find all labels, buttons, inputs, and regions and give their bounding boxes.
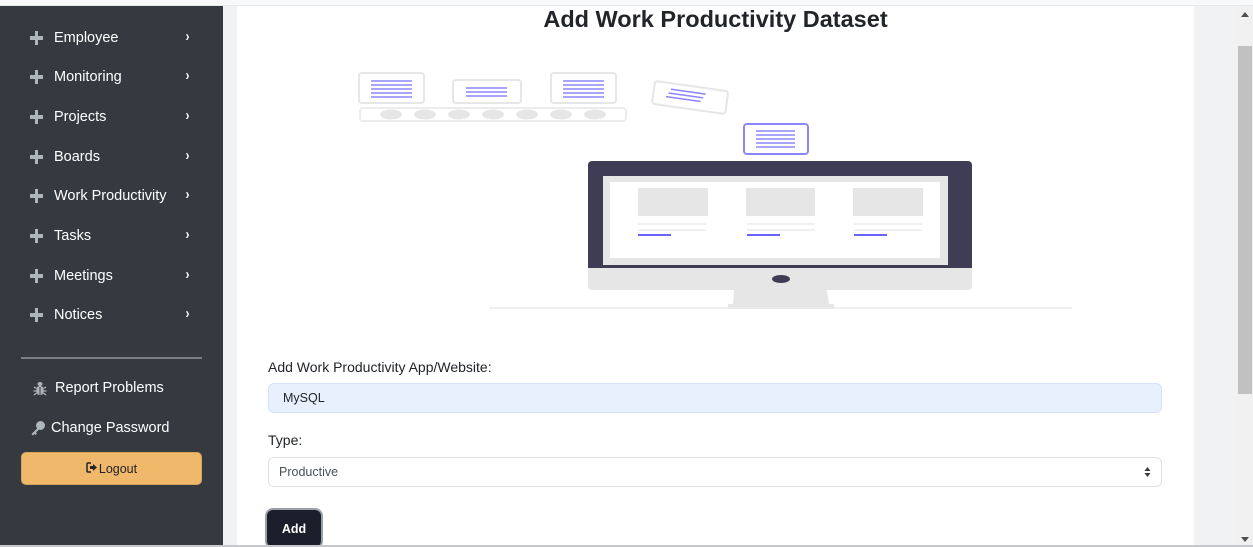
type-select[interactable]: Productive [268,457,1162,487]
sidebar-item-work-productivity[interactable]: Work Productivity › [30,184,200,208]
sidebar-item-label: Employee [54,30,119,46]
sidebar-item-notices[interactable]: Notices › [30,303,200,327]
plus-icon [30,229,44,243]
plus-icon [30,150,44,164]
change-password-label: Change Password [51,420,170,436]
plus-icon [30,308,44,322]
sidebar: Employee › Monitoring › Projects › Board… [0,6,223,547]
report-problems-link[interactable]: Report Problems [31,380,164,396]
plus-icon [30,189,44,203]
plus-icon [30,110,44,124]
chevron-right-icon: › [185,186,190,203]
chevron-right-icon: › [185,67,190,84]
document-card-icon [452,79,522,104]
sidebar-item-label: Monitoring [54,69,122,85]
monitor-icon [588,161,972,309]
chevron-right-icon: › [185,28,190,45]
scrollbar-thumb[interactable] [1238,46,1252,394]
sidebar-item-monitoring[interactable]: Monitoring › [30,65,200,89]
sidebar-item-tasks[interactable]: Tasks › [30,224,200,248]
report-problems-label: Report Problems [55,380,164,396]
sidebar-item-projects[interactable]: Projects › [30,105,200,129]
sidebar-item-label: Tasks [54,228,92,244]
app-website-value: MySQL [283,391,325,405]
key-icon [29,420,47,436]
main-card: Add Work Productivity Dataset Add Work P… [237,6,1194,547]
app-website-label: Add Work Productivity App/Website: [268,359,492,375]
chevron-right-icon: › [185,305,190,322]
vertical-scrollbar[interactable] [1237,6,1253,547]
select-arrows-icon [1144,467,1151,477]
plus-icon [30,31,44,45]
conveyor-belt [359,107,627,122]
selected-document-icon [743,123,809,155]
chevron-right-icon: › [185,266,190,283]
bug-icon [31,381,49,396]
floating-document-icon [651,80,729,115]
sidebar-item-label: Notices [54,307,103,323]
sidebar-item-meetings[interactable]: Meetings › [30,264,200,288]
sidebar-item-label: Boards [54,149,100,165]
document-card-icon [550,72,617,104]
chevron-right-icon: › [185,226,190,243]
type-label: Type: [268,432,303,448]
sidebar-item-employee[interactable]: Employee › [30,26,200,50]
chevron-right-icon: › [185,107,190,124]
sidebar-item-label: Work Productivity [54,188,167,204]
document-card-icon [358,72,425,104]
sign-out-icon [86,461,98,476]
sidebar-item-label: Projects [54,109,107,125]
plus-icon [30,269,44,283]
scroll-up-arrow-icon[interactable] [1237,6,1253,22]
plus-icon [30,70,44,84]
chevron-right-icon: › [185,147,190,164]
logout-label: Logout [98,461,138,476]
sidebar-item-label: Meetings [54,268,113,284]
type-select-value: Productive [279,465,339,479]
computer-dashboard-illustration [358,72,1072,309]
app-website-input[interactable]: MySQL [268,383,1162,413]
add-button[interactable]: Add [267,510,321,547]
change-password-link[interactable]: Change Password [29,420,170,436]
logout-button[interactable]: Logout [21,452,202,485]
sidebar-item-boards[interactable]: Boards › [30,145,200,169]
sidebar-divider [21,357,202,359]
